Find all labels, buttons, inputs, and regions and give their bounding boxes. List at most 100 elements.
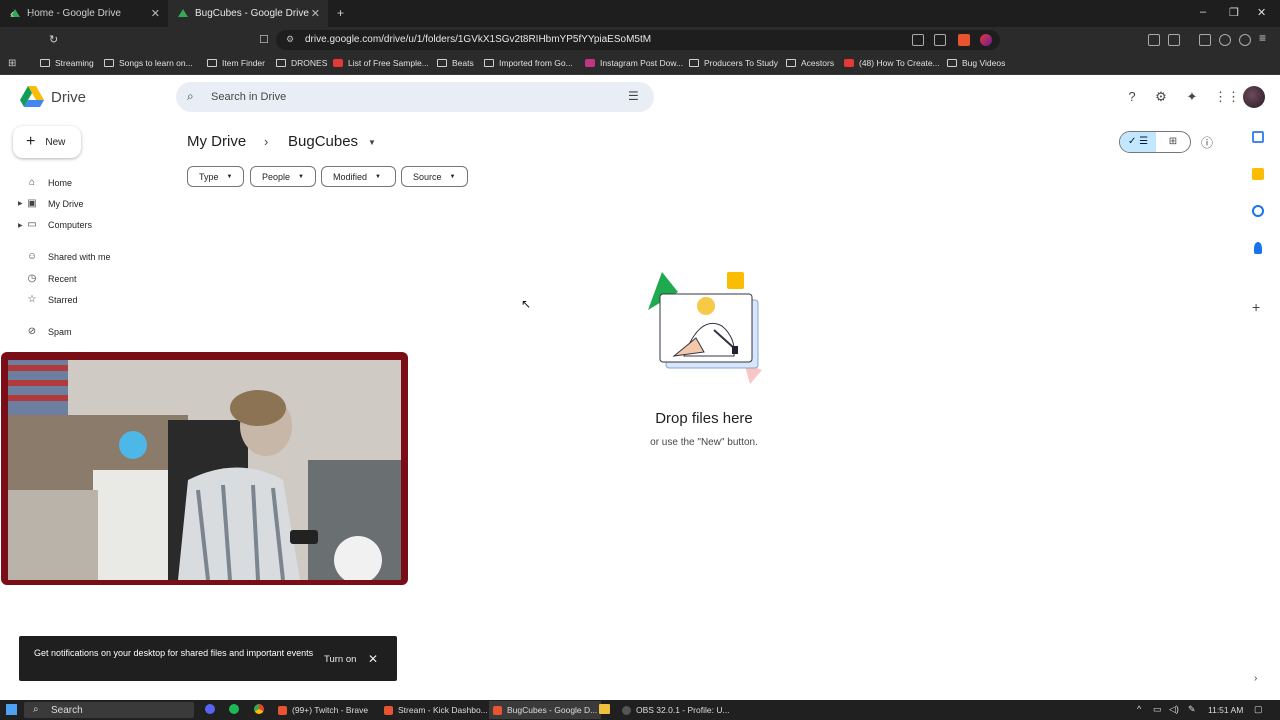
close-window-icon[interactable]: ✕ — [1257, 6, 1266, 19]
share-icon[interactable] — [934, 34, 946, 46]
filter-type[interactable]: Type ▼ — [187, 166, 244, 187]
site-info-icon[interactable]: ⚙ — [286, 34, 294, 45]
tab-home-drive[interactable]: Home - Google Drive ✕ — [0, 0, 168, 27]
avatar[interactable] — [1243, 86, 1265, 108]
sidebar-toggle-icon[interactable] — [1168, 34, 1180, 46]
cast-icon[interactable] — [912, 34, 924, 46]
windows-start-icon[interactable] — [6, 704, 17, 715]
bookmark-instagram[interactable]: Instagram Post Dow... — [585, 58, 683, 68]
expand-my-drive-icon[interactable]: ▶ — [18, 200, 23, 207]
chrome-icon[interactable] — [254, 704, 264, 714]
back-icon[interactable]: ‹ — [10, 6, 14, 21]
taskbar-app-twitch[interactable]: (99+) Twitch - Brave — [278, 705, 368, 715]
get-addons-plus-icon[interactable]: + — [1252, 299, 1260, 315]
search-input[interactable]: Search in Drive — [211, 91, 286, 103]
menu-icon[interactable]: ≡ — [1259, 31, 1266, 45]
tray-volume-icon[interactable]: ◁) — [1169, 704, 1179, 715]
bookmark-free-samples[interactable]: List of Free Sample... — [333, 58, 429, 68]
folder-icon — [104, 59, 114, 67]
vpn-icon[interactable] — [1239, 34, 1251, 46]
sidebar-item-starred[interactable]: ☆ Starred — [26, 294, 78, 305]
bookmark-beats[interactable]: Beats — [437, 58, 474, 68]
file-explorer-icon[interactable] — [599, 704, 610, 714]
sidebar-item-recent[interactable]: ◷ Recent — [26, 273, 77, 284]
taskbar-clock[interactable]: 11:51 AM — [1208, 705, 1243, 715]
bookmark-label: Item Finder — [222, 58, 265, 68]
tray-pen-icon[interactable]: ✎ — [1188, 704, 1196, 715]
bookmark-streaming[interactable]: Streaming — [40, 58, 94, 68]
taskbar-app-kick[interactable]: Stream - Kick Dashbo... — [384, 705, 488, 715]
taskbar-search-label[interactable]: Search — [51, 705, 83, 716]
new-tab-button[interactable]: + — [337, 6, 344, 20]
drive-logo-icon[interactable] — [20, 86, 44, 107]
tab-close-icon[interactable]: ✕ — [151, 7, 160, 20]
keep-icon[interactable] — [1252, 168, 1264, 180]
breadcrumb-my-drive[interactable]: My Drive — [187, 133, 246, 150]
reload-icon[interactable]: ↻ — [49, 33, 58, 46]
bookmark-label: Streaming — [55, 58, 94, 68]
obs-icon — [622, 705, 631, 715]
tray-network-icon[interactable]: ▭ — [1153, 704, 1162, 715]
bookmark-how-to-create[interactable]: (48) How To Create... — [844, 58, 940, 68]
sidebar-item-home[interactable]: ⌂ Home — [26, 177, 72, 188]
brave-shield-icon[interactable] — [958, 34, 970, 46]
help-icon[interactable]: ? — [1124, 89, 1140, 105]
grid-view-button[interactable]: ⊞ — [1156, 132, 1190, 152]
bookmark-bug-videos[interactable]: Bug Videos — [947, 58, 1005, 68]
wallet-icon[interactable] — [1199, 34, 1211, 46]
turn-on-notifications-button[interactable]: Turn on — [324, 654, 356, 665]
notifications-icon[interactable]: ▢ — [1254, 704, 1263, 715]
filter-people[interactable]: People ▼ — [250, 166, 316, 187]
gemini-spark-icon[interactable]: ✦ — [1184, 89, 1200, 105]
bookmark-icon[interactable]: ☐ — [259, 33, 269, 46]
tab-close-icon[interactable]: ✕ — [311, 7, 320, 20]
tasks-icon[interactable] — [1252, 205, 1264, 217]
close-icon[interactable]: ✕ — [368, 652, 378, 666]
taskbar-search-box[interactable] — [24, 702, 194, 718]
breadcrumb-current-folder[interactable]: BugCubes — [288, 133, 358, 150]
new-button[interactable]: + New — [13, 126, 81, 158]
sidebar-item-label: Starred — [48, 294, 78, 305]
bookmark-producers[interactable]: Producers To Study — [689, 58, 778, 68]
list-view-button[interactable]: ✓ ☰ — [1120, 132, 1156, 152]
forward-icon[interactable]: › — [30, 6, 34, 21]
discord-icon[interactable] — [205, 704, 215, 714]
sidebar-item-shared[interactable]: ☺ Shared with me — [26, 251, 111, 262]
bookmark-imported[interactable]: Imported from Go... — [484, 58, 573, 68]
apps-grid-icon[interactable]: ⊞ — [8, 58, 16, 69]
apps-grid-icon[interactable]: ⋮⋮ — [1214, 89, 1240, 105]
filter-modified[interactable]: Modified ▼ — [321, 166, 396, 187]
contacts-icon[interactable] — [1254, 242, 1262, 254]
folder-menu-chevron-down-icon[interactable]: ▼ — [368, 138, 376, 147]
maximize-icon[interactable]: ❐ — [1229, 6, 1239, 19]
leo-icon[interactable] — [1219, 34, 1231, 46]
bookmark-item-finder[interactable]: Item Finder — [207, 58, 265, 68]
sidebar-item-my-drive[interactable]: ▣ My Drive — [26, 198, 83, 209]
taskbar-app-obs[interactable]: OBS 32.0.1 - Profile: U... — [622, 705, 730, 715]
star-icon: ☆ — [27, 294, 37, 305]
bookmark-songs[interactable]: Songs to learn on... — [104, 58, 193, 68]
bookmark-acestors[interactable]: Acestors — [786, 58, 834, 68]
calendar-icon[interactable] — [1252, 131, 1264, 143]
search-icon[interactable]: ⌕ — [187, 89, 194, 104]
search-options-icon[interactable]: ☰ — [628, 89, 639, 103]
chevron-right-icon[interactable]: › — [1254, 673, 1257, 684]
bookmark-drones[interactable]: DRONES — [276, 58, 327, 68]
extensions-icon[interactable] — [1148, 34, 1160, 46]
tab-bugcubes-drive[interactable]: BugCubes - Google Drive ✕ — [168, 0, 328, 27]
settings-gear-icon[interactable]: ⚙ — [1153, 89, 1169, 105]
url-text[interactable]: drive.google.com/drive/u/1/folders/1GVkX… — [305, 34, 651, 45]
spotify-icon[interactable] — [229, 704, 239, 714]
info-icon[interactable]: ⓘ — [1201, 134, 1213, 151]
drive-brand-label[interactable]: Drive — [51, 89, 86, 106]
drop-files-illustration — [648, 272, 762, 384]
minimize-icon[interactable]: – — [1200, 6, 1206, 18]
sidebar-item-computers[interactable]: ▭ Computers — [26, 219, 92, 230]
taskbar-app-bugcubes[interactable]: BugCubes - Google D... — [489, 701, 602, 719]
filter-source[interactable]: Source ▼ — [401, 166, 468, 187]
tray-chevron-up-icon[interactable]: ^ — [1137, 704, 1141, 714]
brave-rewards-icon[interactable] — [980, 34, 992, 46]
sidebar-item-spam[interactable]: ⊘ Spam — [26, 326, 72, 337]
folder-icon — [484, 59, 494, 67]
expand-computers-icon[interactable]: ▶ — [18, 222, 23, 229]
